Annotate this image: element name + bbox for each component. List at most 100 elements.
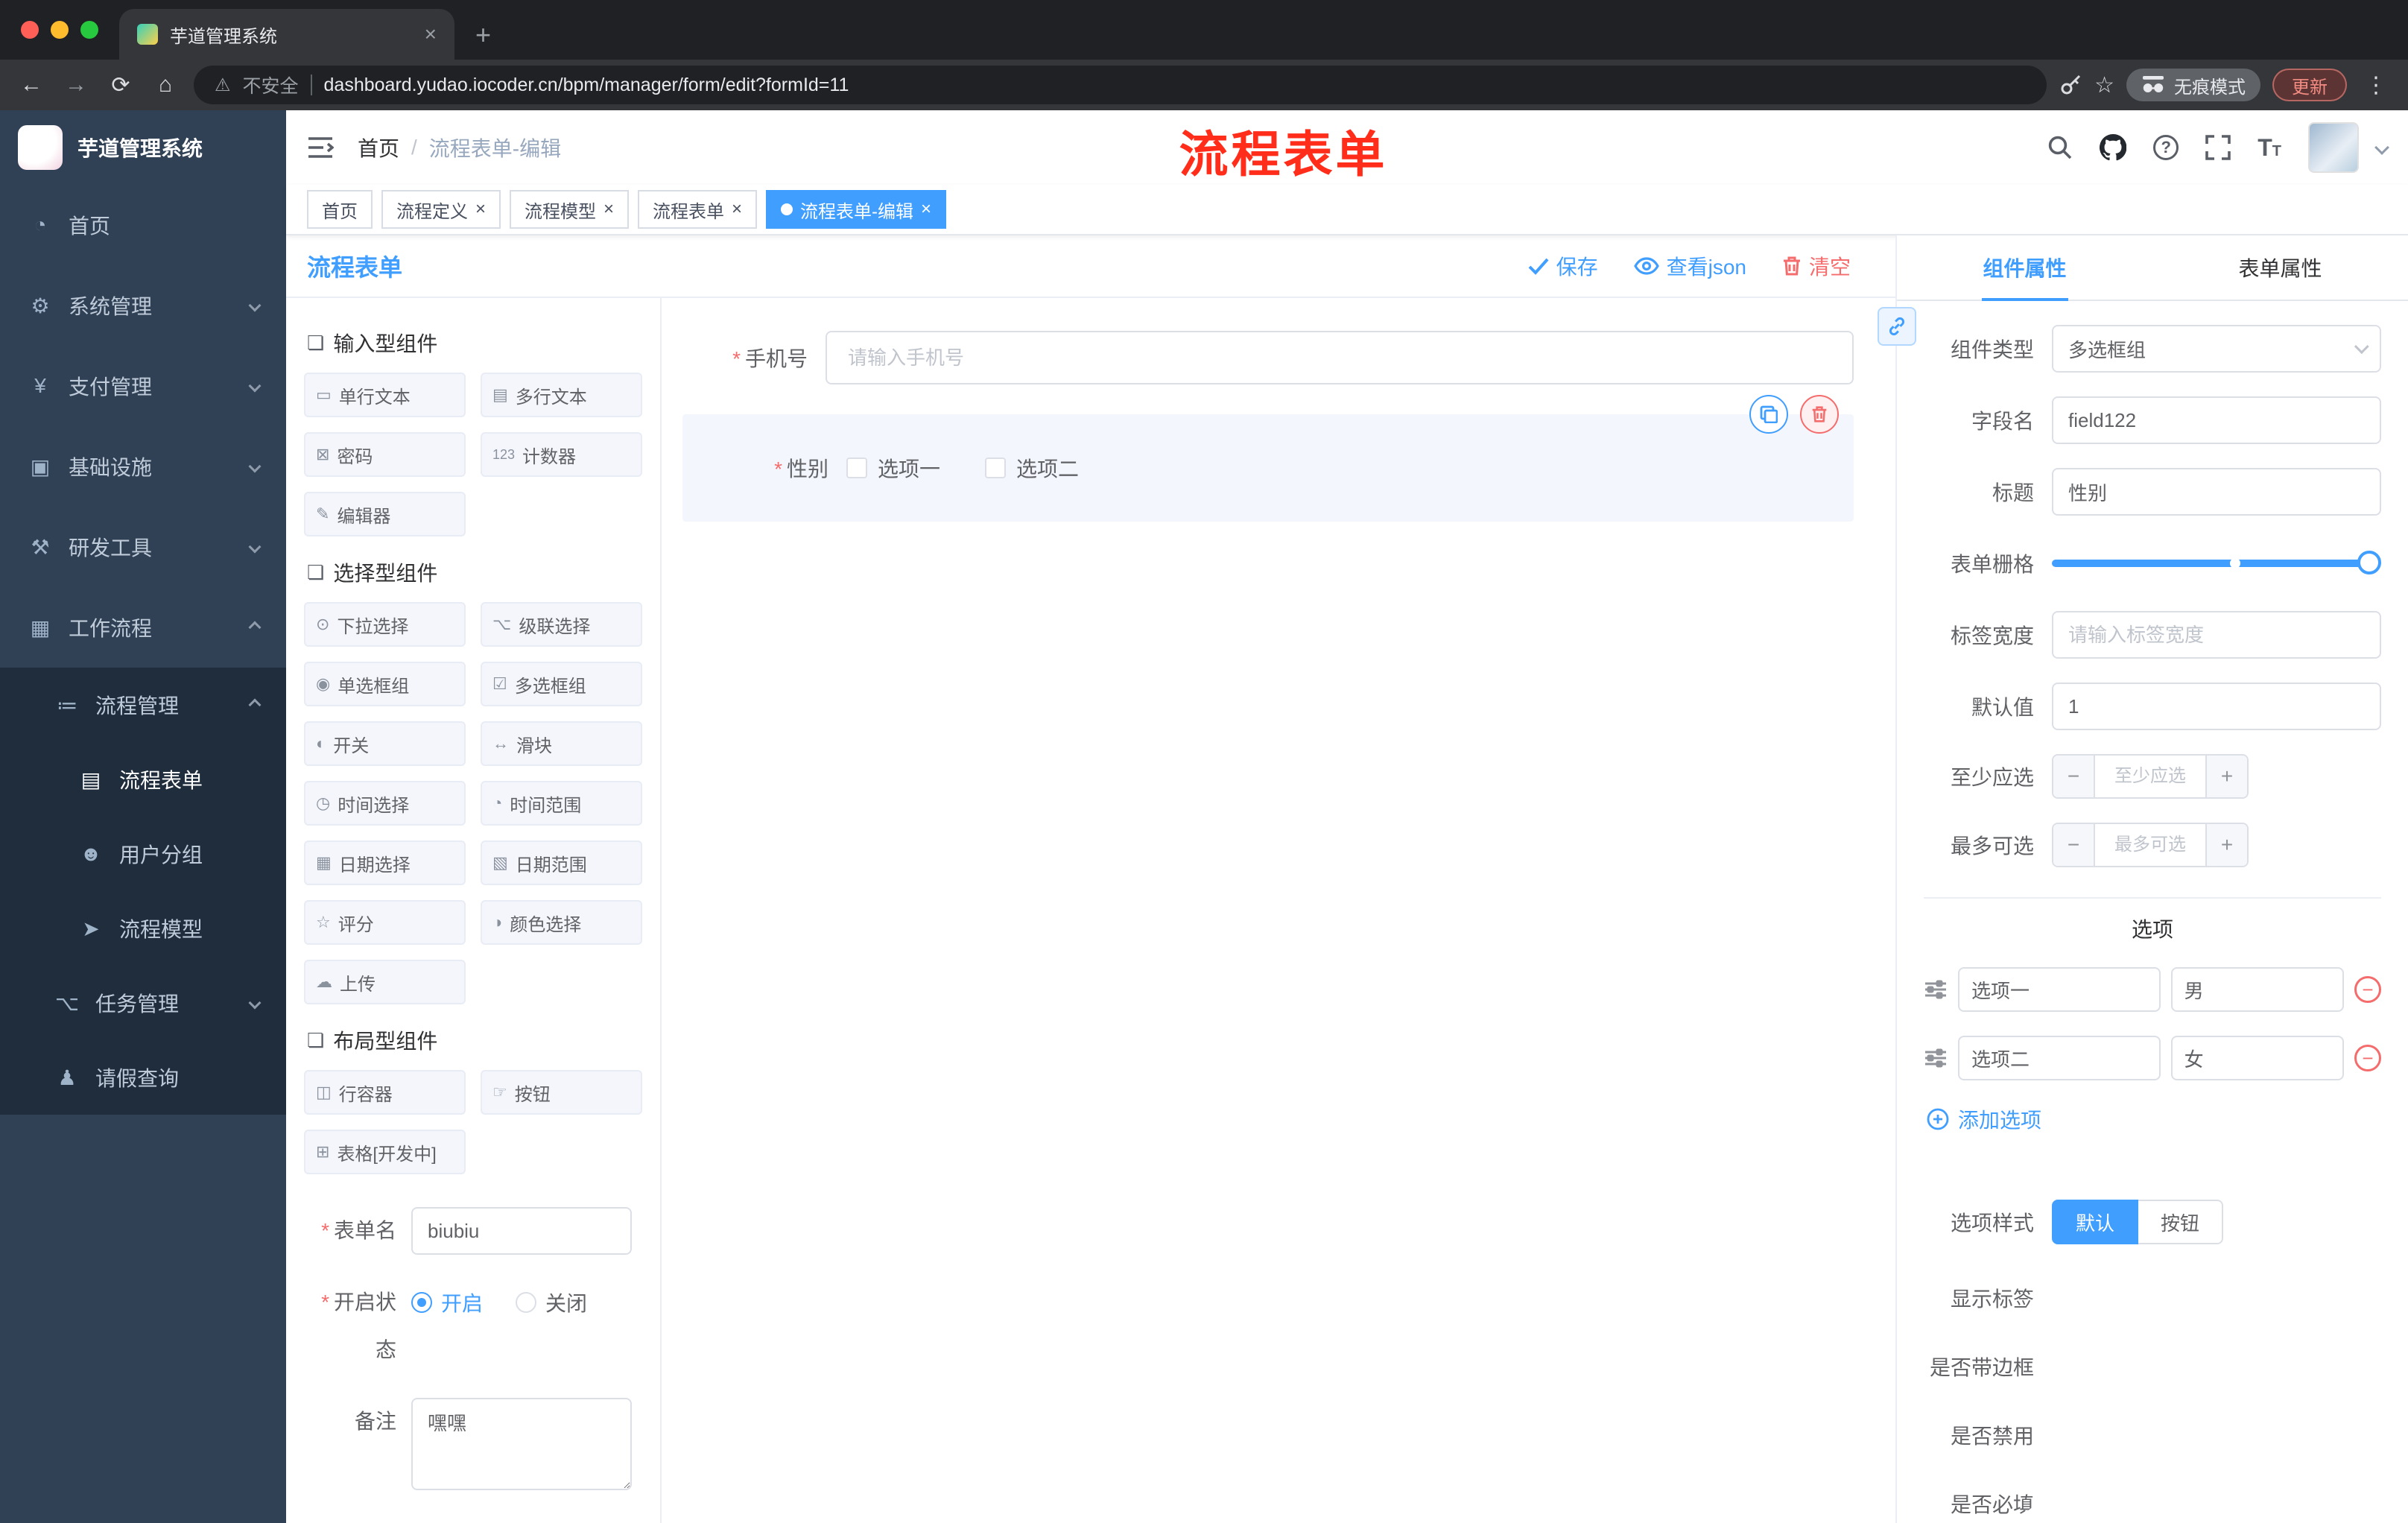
palette-item-single-line-text[interactable]: ▭ 单行文本 (304, 373, 466, 417)
option-value-input[interactable] (2170, 1036, 2344, 1080)
palette-item-rate[interactable]: ☆ 评分 (304, 900, 466, 945)
breadcrumb-home[interactable]: 首页 (358, 133, 399, 162)
reload-button[interactable] (104, 69, 137, 101)
gender-option2-checkbox[interactable]: 选项二 (985, 453, 1079, 483)
min-select-input[interactable] (2095, 756, 2205, 797)
increase-button[interactable] (2205, 824, 2247, 866)
slider-handle[interactable] (2357, 551, 2381, 574)
tab-form-props[interactable]: 表单属性 (2152, 235, 2408, 300)
sidebar-item-devtools[interactable]: ⚒ 研发工具 (0, 507, 286, 587)
sidebar-item-process-model[interactable]: ➤ 流程模型 (0, 891, 286, 966)
sidebar-item-infra[interactable]: ▣ 基础设施 (0, 426, 286, 507)
field-gender-selected[interactable]: 性别 选项一 选项二 (682, 395, 1854, 522)
field-name-input[interactable] (2052, 396, 2381, 444)
user-avatar[interactable] (2308, 122, 2359, 173)
remove-option-button[interactable] (2354, 976, 2381, 1003)
form-name-input[interactable] (411, 1207, 632, 1255)
palette-item-time-range[interactable]: ◔ 时间范围 (481, 781, 642, 826)
palette-item-date-range[interactable]: ▧ 日期范围 (481, 840, 642, 885)
github-icon[interactable] (2100, 134, 2127, 161)
palette-item-table[interactable]: ⊞ 表格[开发中] (304, 1130, 466, 1174)
add-option-button[interactable]: 添加选项 (1924, 1104, 2381, 1134)
copy-widget-button[interactable] (1749, 395, 1788, 434)
bookmark-star-icon[interactable] (2094, 72, 2114, 98)
sidebar-item-system[interactable]: ⚙ 系统管理 (0, 265, 286, 346)
default-value-input[interactable] (2052, 683, 2381, 730)
drag-handle-icon[interactable] (1924, 1048, 1948, 1068)
key-icon[interactable] (2059, 73, 2082, 97)
tag-process-form-edit[interactable]: 流程表单-编辑 (766, 190, 947, 229)
form-remark-textarea[interactable]: 嘿嘿 (411, 1398, 632, 1490)
palette-item-counter[interactable]: 123 计数器 (481, 432, 642, 477)
forward-button[interactable] (60, 69, 92, 101)
component-type-select[interactable]: 多选框组 (2052, 325, 2381, 373)
tab-component-props[interactable]: 组件属性 (1897, 235, 2152, 300)
tag-close-icon[interactable] (732, 199, 742, 220)
option-value-input[interactable] (2170, 967, 2344, 1012)
home-button[interactable] (149, 69, 182, 101)
view-json-button[interactable]: 查看json (1633, 251, 1746, 281)
decrease-button[interactable] (2053, 824, 2095, 866)
field-phone[interactable]: 手机号 (682, 331, 1854, 384)
tag-home[interactable]: 首页 (307, 190, 373, 229)
option-label-input[interactable] (1958, 1036, 2161, 1080)
tag-close-icon[interactable] (475, 199, 486, 220)
palette-item-radio-group[interactable]: ◉ 单选框组 (304, 662, 466, 706)
palette-item-checkbox-group[interactable]: ☑ 多选框组 (481, 662, 642, 706)
clear-button[interactable]: 清空 (1782, 251, 1851, 281)
sidebar-item-leave-query[interactable]: ♟ 请假查询 (0, 1040, 286, 1115)
tag-process-model[interactable]: 流程模型 (510, 190, 630, 229)
sidebar-item-workflow[interactable]: ▦ 工作流程 (0, 587, 286, 668)
sidebar-item-home[interactable]: ◔ 首页 (0, 185, 286, 265)
max-select-input[interactable] (2095, 824, 2205, 866)
drag-handle-icon[interactable] (1924, 979, 1948, 1000)
sidebar-item-payment[interactable]: ¥ 支付管理 (0, 346, 286, 426)
sidebar-item-task-mgmt[interactable]: ⌥ 任务管理 (0, 966, 286, 1040)
back-button[interactable] (15, 69, 48, 101)
sidebar-item-user-group[interactable]: ☻ 用户分组 (0, 817, 286, 891)
font-size-icon[interactable] (2258, 134, 2281, 162)
collapse-sidebar-icon[interactable] (307, 136, 334, 159)
decrease-button[interactable] (2053, 756, 2095, 797)
new-tab-button[interactable] (475, 19, 491, 51)
palette-item-slider[interactable]: ↔ 滑块 (481, 721, 642, 766)
palette-item-editor[interactable]: ✎ 编辑器 (304, 492, 466, 536)
gender-option1-checkbox[interactable]: 选项一 (846, 453, 940, 483)
tag-process-definition[interactable]: 流程定义 (381, 190, 501, 229)
palette-item-select[interactable]: ⊙ 下拉选择 (304, 602, 466, 647)
save-button[interactable]: 保存 (1528, 251, 1598, 281)
palette-item-date-picker[interactable]: ▦ 日期选择 (304, 840, 466, 885)
label-width-input[interactable] (2052, 611, 2381, 659)
tag-close-icon[interactable] (603, 199, 614, 220)
sidebar-item-process-mgmt[interactable]: ≔ 流程管理 (0, 668, 286, 742)
style-default-button[interactable]: 默认 (2052, 1200, 2139, 1244)
address-bar[interactable]: 不安全 dashboard.yudao.iocoder.cn/bpm/manag… (194, 66, 2047, 104)
palette-item-switch[interactable]: ◐ 开关 (304, 721, 466, 766)
status-off-radio[interactable]: 关闭 (516, 1288, 587, 1317)
palette-item-row-container[interactable]: ◫ 行容器 (304, 1070, 466, 1115)
palette-item-textarea[interactable]: ▤ 多行文本 (481, 373, 642, 417)
title-input[interactable] (2052, 468, 2381, 516)
style-button-button[interactable]: 按钮 (2138, 1200, 2224, 1244)
fullscreen-icon[interactable] (2205, 135, 2231, 160)
minimize-window-button[interactable] (51, 21, 69, 39)
tab-close-icon[interactable] (425, 22, 437, 46)
update-button[interactable]: 更新 (2272, 69, 2347, 101)
search-icon[interactable] (2047, 135, 2073, 160)
browser-tab[interactable]: 芋道管理系统 (119, 9, 454, 60)
close-window-button[interactable] (21, 21, 39, 39)
palette-item-cascader[interactable]: ⌥ 级联选择 (481, 602, 642, 647)
increase-button[interactable] (2205, 756, 2247, 797)
palette-item-button[interactable]: ☞ 按钮 (481, 1070, 642, 1115)
phone-field-input[interactable] (826, 331, 1854, 384)
option-label-input[interactable] (1958, 967, 2161, 1012)
delete-widget-button[interactable] (1800, 395, 1839, 434)
tag-close-icon[interactable] (921, 199, 931, 220)
palette-item-upload[interactable]: ☁ 上传 (304, 960, 466, 1004)
status-on-radio[interactable]: 开启 (411, 1288, 483, 1317)
remove-option-button[interactable] (2354, 1045, 2381, 1071)
help-icon[interactable] (2153, 135, 2179, 160)
zoom-window-button[interactable] (80, 21, 98, 39)
sidebar-item-process-form[interactable]: ▤ 流程表单 (0, 742, 286, 817)
browser-menu-icon[interactable] (2359, 72, 2393, 98)
